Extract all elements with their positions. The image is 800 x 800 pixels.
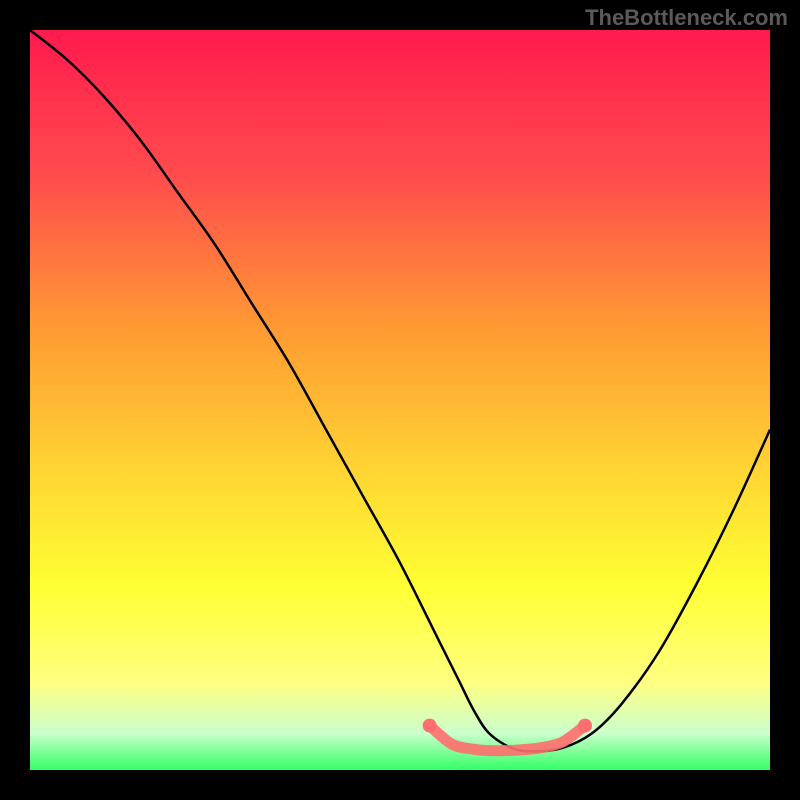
marker-end-dot	[423, 719, 437, 733]
chart-svg	[30, 30, 770, 770]
marker-end-dot	[578, 719, 592, 733]
watermark-text: TheBottleneck.com	[585, 5, 788, 31]
chart-plot-area	[30, 30, 770, 770]
